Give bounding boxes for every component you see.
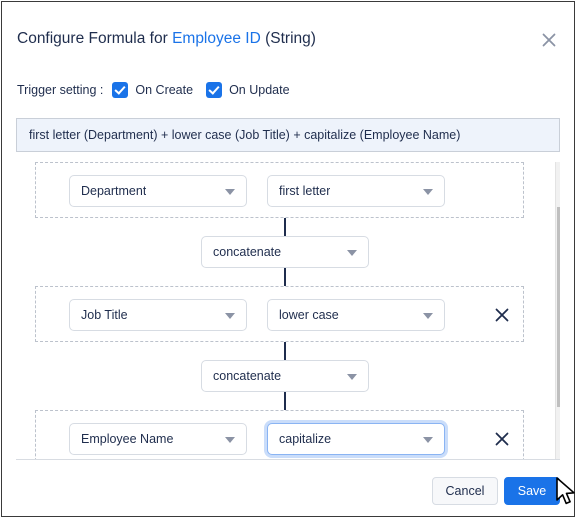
chevron-down-icon <box>347 250 357 256</box>
formula-row-group: Employee Name capitalize <box>35 410 524 459</box>
checkbox-on-update[interactable]: On Update <box>206 82 290 98</box>
chevron-down-icon <box>423 437 433 443</box>
trigger-setting-row: Trigger setting : On Create On Update <box>17 80 303 100</box>
field-select-2[interactable]: Job Title <box>69 299 247 331</box>
function-select-3[interactable]: capitalize <box>267 423 445 455</box>
chevron-down-icon <box>423 313 433 319</box>
close-icon <box>495 308 509 322</box>
checkbox-on-create-box[interactable] <box>112 82 129 98</box>
formula-preview-bar: first letter (Department) + lower case (… <box>16 118 560 152</box>
remove-row-button-2[interactable] <box>493 306 511 324</box>
operator-select-2-value: concatenate <box>213 369 282 383</box>
save-button[interactable]: Save <box>504 477 560 505</box>
dialog-footer: Cancel Save <box>2 460 574 516</box>
remove-row-button-3[interactable] <box>493 430 511 448</box>
close-icon <box>495 432 509 446</box>
formula-builder-canvas: Department first letter concatenate Job … <box>16 162 560 460</box>
function-select-2[interactable]: lower case <box>267 299 445 331</box>
operator-select-1[interactable]: concatenate <box>201 236 369 268</box>
chevron-down-icon <box>423 189 433 195</box>
formula-expression: first letter (Department) + lower case (… <box>29 128 461 142</box>
formula-builder-rows: Department first letter concatenate Job … <box>16 162 555 459</box>
formula-row-group: Job Title lower case <box>35 286 524 342</box>
chevron-down-icon <box>347 374 357 380</box>
checkbox-on-create[interactable]: On Create <box>112 82 193 98</box>
field-select-3[interactable]: Employee Name <box>69 423 247 455</box>
operator-select-2[interactable]: concatenate <box>201 360 369 392</box>
checkbox-on-update-label: On Update <box>229 83 290 97</box>
configure-formula-dialog: Configure Formula for Employee ID (Strin… <box>1 1 575 517</box>
close-button[interactable] <box>538 29 560 51</box>
field-select-3-value: Employee Name <box>81 432 174 446</box>
scroll-up-button[interactable] <box>556 162 560 179</box>
chevron-down-icon <box>225 189 235 195</box>
chevron-down-icon <box>225 437 235 443</box>
title-field-name: Employee ID <box>172 30 261 47</box>
title-suffix: (String) <box>260 30 316 47</box>
cancel-button[interactable]: Cancel <box>432 477 498 505</box>
page-title: Configure Formula for Employee ID (Strin… <box>17 30 316 48</box>
field-select-1-value: Department <box>81 184 147 198</box>
checkbox-on-create-label: On Create <box>135 83 194 97</box>
function-select-1-value: first letter <box>279 184 331 198</box>
scrollbar-thumb[interactable] <box>557 207 560 407</box>
function-select-1[interactable]: first letter <box>267 175 445 207</box>
trigger-setting-label: Trigger setting : <box>17 83 104 97</box>
field-select-1[interactable]: Department <box>69 175 247 207</box>
checkbox-on-update-box[interactable] <box>206 82 223 98</box>
field-select-2-value: Job Title <box>81 308 128 322</box>
scroll-down-button[interactable] <box>556 443 560 459</box>
dialog-header: Configure Formula for Employee ID (Strin… <box>2 2 574 64</box>
function-select-3-value: capitalize <box>279 432 332 446</box>
formula-row-group: Department first letter <box>35 162 524 218</box>
close-icon <box>542 33 556 47</box>
operator-select-1-value: concatenate <box>213 245 282 259</box>
title-prefix: Configure Formula for <box>17 30 173 47</box>
vertical-scrollbar[interactable] <box>555 162 560 459</box>
function-select-2-value: lower case <box>279 308 339 322</box>
chevron-down-icon <box>225 313 235 319</box>
